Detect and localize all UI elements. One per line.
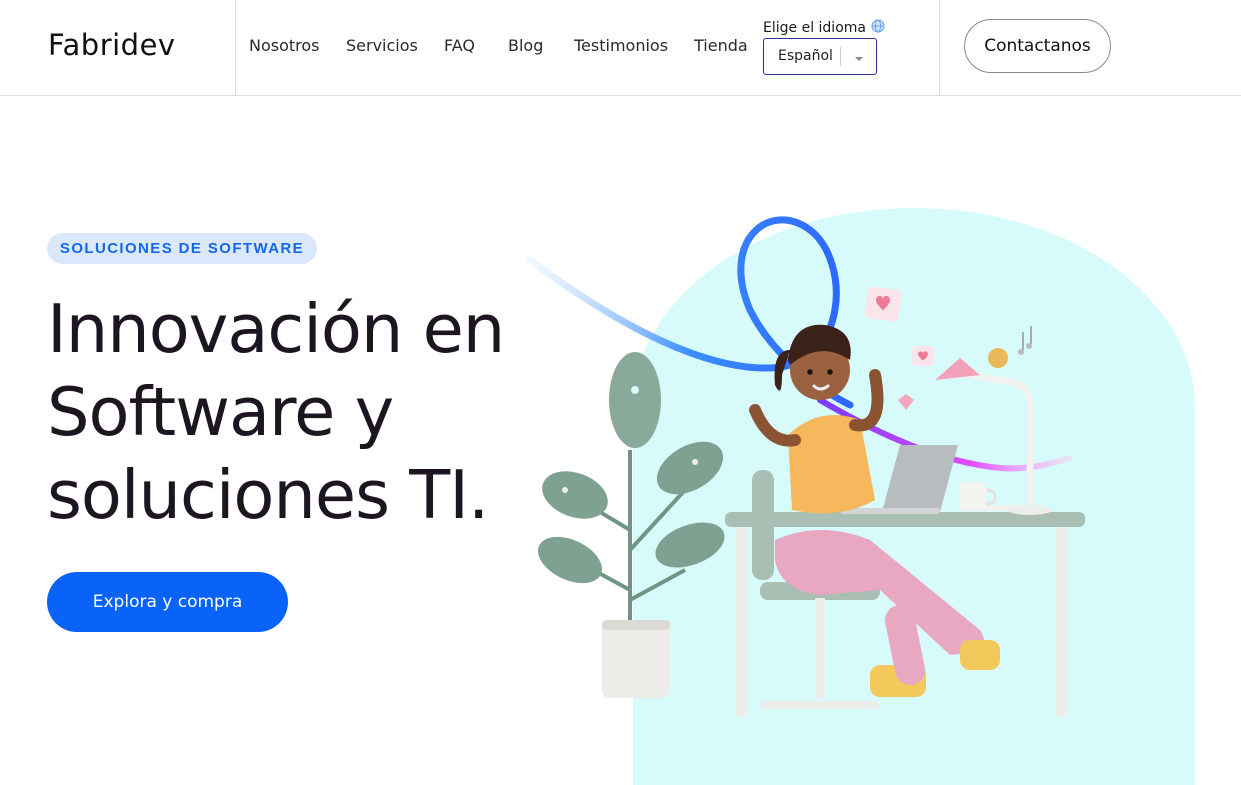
header-divider-right (939, 0, 940, 96)
explore-button[interactable]: Explora y compra (47, 572, 288, 632)
hero-headline: Innovación en Software y soluciones TI. (47, 288, 517, 537)
nav-nosotros[interactable]: Nosotros (249, 36, 320, 55)
language-label: Elige el idioma (763, 19, 885, 37)
globe-icon (871, 19, 885, 37)
nav-testimonios[interactable]: Testimonios (574, 36, 668, 55)
logo[interactable]: Fabridev (48, 28, 176, 62)
hero-badge: SOLUCIONES DE SOFTWARE (47, 233, 317, 264)
hero-illustration (526, 208, 1196, 785)
nav-servicios[interactable]: Servicios (346, 36, 418, 55)
headline-line-3: soluciones TI. (47, 456, 489, 534)
nav-blog[interactable]: Blog (508, 36, 543, 55)
headline-line-1: Innovación en (47, 290, 505, 368)
language-select[interactable]: Español (763, 38, 877, 75)
language-select-value: Español (778, 48, 833, 64)
select-separator (840, 47, 841, 66)
headline-line-2: Software y (47, 373, 394, 451)
site-header: Fabridev Nosotros Servicios FAQ Blog Tes… (0, 0, 1241, 96)
nav-tienda[interactable]: Tienda (694, 36, 748, 55)
header-divider (235, 0, 236, 96)
contact-button[interactable]: Contactanos (964, 19, 1111, 73)
nav-faq[interactable]: FAQ (444, 36, 475, 55)
chevron-down-icon (853, 51, 865, 69)
language-label-text: Elige el idioma (763, 20, 866, 36)
